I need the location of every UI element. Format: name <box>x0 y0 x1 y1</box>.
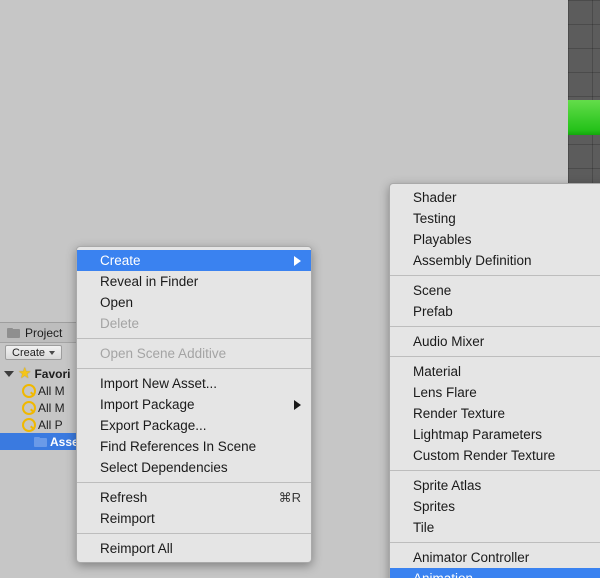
menu-item-label: Select Dependencies <box>100 460 228 475</box>
menu-item-label: Import Package <box>100 397 195 412</box>
tree-item-label: All M <box>38 400 65 415</box>
menu-item-testing[interactable]: Testing <box>390 208 600 229</box>
create-submenu[interactable]: Shader Testing Playables Assembly Definitio… <box>389 183 600 578</box>
menu-item-label: Scene <box>413 283 452 298</box>
menu-item-label: Lightmap Parameters <box>413 427 543 442</box>
tree-item-label: All M <box>38 383 65 398</box>
menu-item-sprite-atlas[interactable]: Sprite Atlas <box>390 475 600 496</box>
menu-item-playables[interactable]: Playables <box>390 229 600 250</box>
menu-item-label: Animator Controller <box>413 550 530 565</box>
menu-item-find-references-in-scene[interactable]: Find References In Scene <box>77 436 311 457</box>
menu-item-reimport[interactable]: Reimport <box>77 508 311 529</box>
menu-separator <box>390 326 600 327</box>
menu-separator <box>77 338 311 339</box>
triangle-down-icon[interactable] <box>4 370 14 377</box>
menu-item-select-dependencies[interactable]: Select Dependencies <box>77 457 311 478</box>
folder-icon <box>34 436 47 447</box>
menu-item-label: Lens Flare <box>413 385 477 400</box>
menu-item-label: Custom Render Texture <box>413 448 556 463</box>
menu-item-label: Material <box>413 364 462 379</box>
menu-item-label: Sprites <box>413 499 456 514</box>
create-dropdown-label: Create <box>12 346 46 359</box>
menu-item-delete: Delete <box>77 313 311 334</box>
tree-item-label: All P <box>38 417 63 432</box>
search-icon <box>22 401 36 415</box>
menu-item-sprites[interactable]: Sprites <box>390 496 600 517</box>
menu-item-create[interactable]: Create <box>77 250 311 271</box>
search-icon <box>22 418 36 432</box>
menu-item-lens-flare[interactable]: Lens Flare <box>390 382 600 403</box>
menu-item-label: Tile <box>413 520 435 535</box>
menu-item-label: Reimport <box>100 511 155 526</box>
menu-item-animation[interactable]: Animation <box>390 568 600 578</box>
menu-item-label: Open <box>100 295 134 310</box>
menu-item-label: Refresh <box>100 490 148 505</box>
project-tab-label: Project <box>25 325 63 340</box>
star-icon: ★ <box>18 365 32 382</box>
create-dropdown-button[interactable]: Create <box>5 345 63 360</box>
menu-separator <box>390 470 600 471</box>
menu-item-label: Audio Mixer <box>413 334 485 349</box>
menu-item-label: Assembly Definition <box>413 253 532 268</box>
menu-separator <box>390 356 600 357</box>
menu-item-reveal-in-finder[interactable]: Reveal in Finder <box>77 271 311 292</box>
menu-item-import-new-asset[interactable]: Import New Asset... <box>77 373 311 394</box>
menu-separator <box>77 368 311 369</box>
menu-item-open[interactable]: Open <box>77 292 311 313</box>
menu-item-shader[interactable]: Shader <box>390 187 600 208</box>
menu-item-reimport-all[interactable]: Reimport All <box>77 538 311 559</box>
menu-item-label: Export Package... <box>100 418 207 433</box>
menu-item-label: Create <box>100 253 141 268</box>
menu-item-lightmap-parameters[interactable]: Lightmap Parameters <box>390 424 600 445</box>
menu-item-custom-render-texture[interactable]: Custom Render Texture <box>390 445 600 466</box>
menu-item-label: Playables <box>413 232 472 247</box>
menu-item-label: Reimport All <box>100 541 173 556</box>
menu-item-open-scene-additive: Open Scene Additive <box>77 343 311 364</box>
menu-item-export-package[interactable]: Export Package... <box>77 415 311 436</box>
scene-green-object[interactable] <box>568 100 600 135</box>
search-icon <box>22 384 36 398</box>
menu-item-label: Animation <box>413 571 600 578</box>
menu-item-audio-mixer[interactable]: Audio Mixer <box>390 331 600 352</box>
menu-separator <box>77 482 311 483</box>
submenu-arrow-icon <box>294 399 301 410</box>
menu-item-label: Shader <box>413 190 457 205</box>
menu-item-label: Delete <box>100 316 140 331</box>
menu-item-material[interactable]: Material <box>390 361 600 382</box>
menu-item-label: Testing <box>413 211 456 226</box>
menu-item-assembly-definition[interactable]: Assembly Definition <box>390 250 600 271</box>
menu-item-scene[interactable]: Scene <box>390 280 600 301</box>
menu-item-prefab[interactable]: Prefab <box>390 301 600 322</box>
menu-separator <box>390 275 600 276</box>
submenu-arrow-icon <box>294 255 301 266</box>
project-asset-context-menu[interactable]: Create Reveal in Finder Open Delete Open Sce… <box>76 183 600 578</box>
menu-item-render-texture[interactable]: Render Texture <box>390 403 600 424</box>
menu-separator <box>390 542 600 543</box>
menu-item-label: Reveal in Finder <box>100 274 199 289</box>
menu-item-import-package[interactable]: Import Package <box>77 394 311 415</box>
menu-item-label: Prefab <box>413 304 453 319</box>
menu-item-tile[interactable]: Tile <box>390 517 600 538</box>
tree-item-label: Favori <box>34 366 71 381</box>
menu-item-label: Render Texture <box>413 406 506 421</box>
menu-item-shortcut: ⌘R <box>278 489 301 505</box>
menu-separator <box>77 533 311 534</box>
menu-item-label: Find References In Scene <box>100 439 257 454</box>
menu-item-label: Sprite Atlas <box>413 478 482 493</box>
menu-item-animator-controller[interactable]: Animator Controller <box>390 547 600 568</box>
menu-item-refresh[interactable]: Refresh ⌘R <box>77 487 311 508</box>
menu-item-label: Open Scene Additive <box>100 346 227 361</box>
folder-icon <box>7 327 20 338</box>
chevron-down-icon <box>49 350 56 355</box>
menu-item-label: Import New Asset... <box>100 376 218 391</box>
